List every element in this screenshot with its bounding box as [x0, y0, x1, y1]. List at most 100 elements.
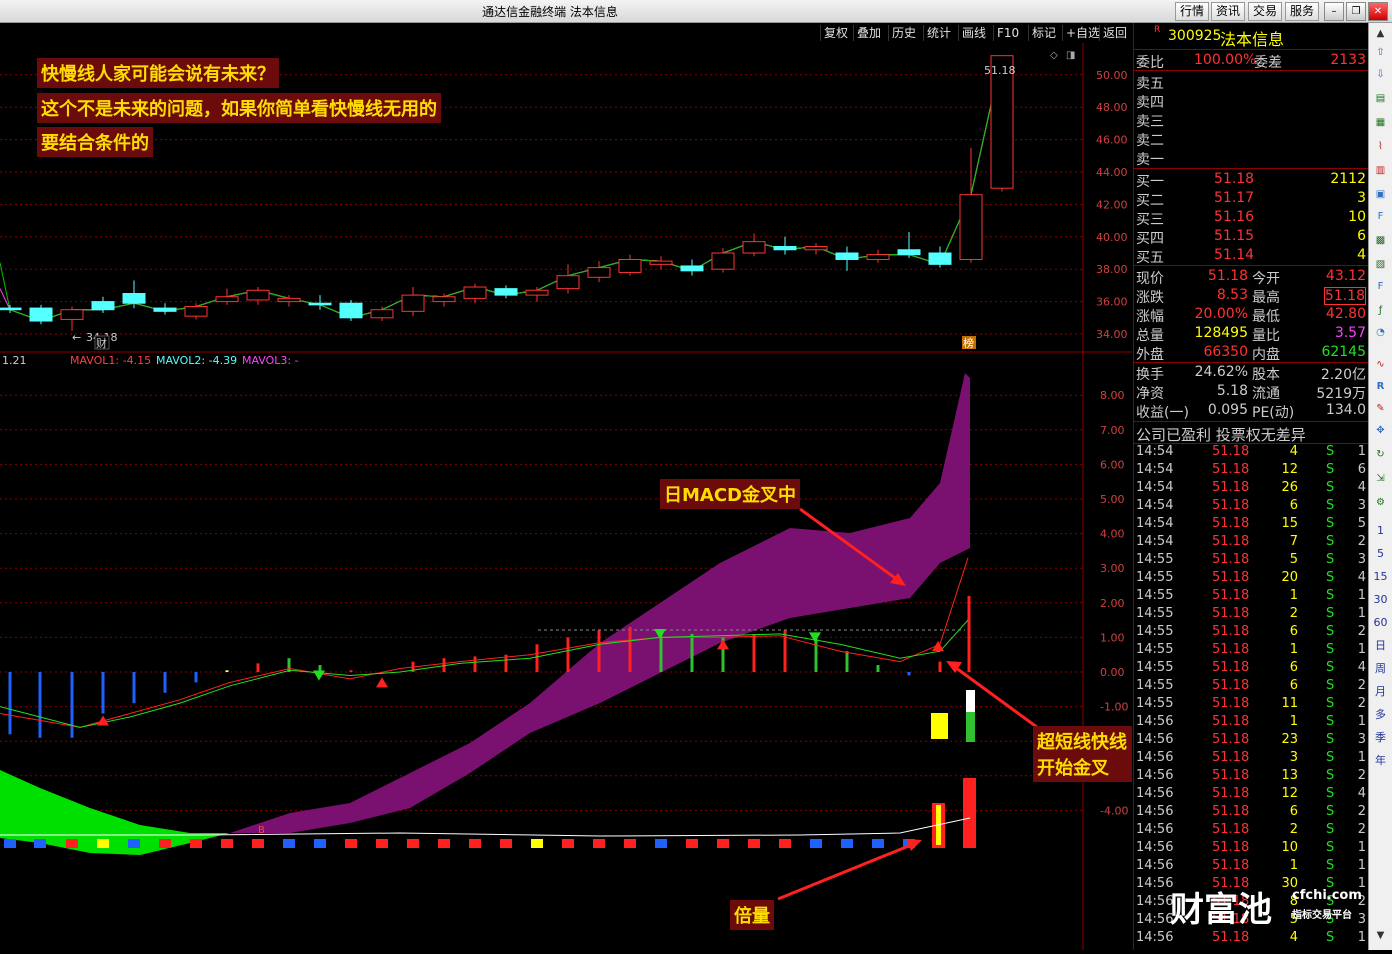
stat-label: 总量	[1136, 328, 1164, 344]
finance-value: 0.095	[1207, 402, 1248, 418]
indicator-value: 1.21	[2, 354, 27, 367]
fx-icon[interactable]: ƒ	[1372, 303, 1389, 318]
up-icon[interactable]: ⇧	[1372, 45, 1389, 60]
toggle-icon[interactable]: ◨	[1066, 50, 1075, 61]
volume-bar	[438, 839, 450, 848]
indicator-axis-tick: 2.00	[1100, 597, 1125, 610]
tick-row: 14:55 51.18 20 S 4	[1134, 570, 1368, 588]
news-button[interactable]: 资讯	[1211, 2, 1246, 21]
finance-marker[interactable]: 财	[96, 336, 107, 350]
period-tab-1[interactable]: 5	[1372, 546, 1389, 561]
minimize-icon[interactable]: –	[1324, 2, 1344, 21]
settings-icon[interactable]: ⚙	[1372, 495, 1389, 510]
back-button[interactable]: 返回	[1099, 25, 1130, 41]
stats-button[interactable]: 统计	[923, 25, 954, 41]
tick-time: 14:56	[1136, 822, 1174, 837]
scroll-up-icon[interactable]: ▲	[1372, 26, 1389, 41]
bid-row: 买三 51.16 10	[1134, 208, 1368, 228]
draw-line-button[interactable]: 画线	[958, 25, 989, 41]
candle-body	[928, 252, 952, 265]
tick-count: 6	[1357, 462, 1366, 477]
f2-icon[interactable]: F	[1372, 279, 1389, 294]
tick-time: 14:56	[1136, 786, 1174, 801]
trade-button[interactable]: 交易	[1248, 2, 1283, 21]
candle-body	[401, 294, 425, 312]
tick-volume: 6	[1289, 678, 1298, 693]
volume-bar	[717, 839, 729, 848]
diamond-icon[interactable]: ◇	[1050, 50, 1058, 61]
export-icon[interactable]: ⇲	[1372, 471, 1389, 486]
finance-value: 134.0	[1325, 402, 1366, 418]
period-tab-4[interactable]: 60	[1372, 615, 1389, 630]
ask-label: 卖一	[1136, 152, 1164, 168]
period-tab-8[interactable]: 多	[1372, 707, 1389, 722]
add-favorite-button[interactable]: +自选	[1062, 25, 1103, 41]
tick-time: 14:56	[1136, 714, 1174, 729]
tick-time: 14:54	[1136, 498, 1174, 513]
tick-count: 4	[1357, 660, 1366, 675]
tick-count: 1	[1357, 606, 1366, 621]
stat-label: 今开	[1252, 271, 1280, 287]
rsi-icon[interactable]: R	[1372, 379, 1389, 394]
volume-bar	[221, 839, 233, 848]
fund-icon[interactable]: F	[1372, 209, 1389, 224]
move-icon[interactable]: ✥	[1372, 423, 1389, 438]
chart-area[interactable]: 50.00 48.00 46.00 44.00 42.00 40.00 38.00 36.00…	[0, 43, 1132, 950]
line-chart-icon[interactable]: ⌇	[1372, 139, 1389, 154]
tick-price: 51.18	[1212, 768, 1250, 783]
tick-row: 14:56 51.18 12 S 4	[1134, 786, 1368, 804]
tick-price: 51.18	[1212, 570, 1250, 585]
period-tab-6[interactable]: 周	[1372, 661, 1389, 676]
close-icon[interactable]: ✕	[1368, 2, 1388, 21]
grid-icon[interactable]: ▩	[1372, 233, 1389, 248]
volume-bar	[97, 839, 109, 848]
service-button[interactable]: 服务	[1285, 2, 1320, 21]
market-button[interactable]: 行情	[1175, 2, 1210, 21]
period-tab-0[interactable]: 1	[1372, 523, 1389, 538]
period-tab-10[interactable]: 年	[1372, 753, 1389, 768]
fuquan-button[interactable]: 复权	[820, 25, 851, 41]
tick-price: 51.18	[1212, 480, 1250, 495]
wave-icon[interactable]: ∿	[1372, 357, 1389, 372]
tool-icon[interactable]: ✎	[1372, 401, 1389, 416]
clock-icon[interactable]: ◔	[1372, 325, 1389, 340]
volume-bar	[469, 839, 481, 848]
tick-time: 14:54	[1136, 516, 1174, 531]
bar-icon[interactable]: ▧	[1372, 257, 1389, 272]
finance-label: PE(动)	[1252, 405, 1295, 421]
kline-chart-svg[interactable]: 50.00 48.00 46.00 44.00 42.00 40.00 38.00 36.00…	[0, 43, 1132, 950]
stock-name: 法本信息	[1220, 30, 1285, 49]
tick-row: 14:56 51.18 23 S 3	[1134, 732, 1368, 750]
refresh-icon[interactable]: ↻	[1372, 447, 1389, 462]
scroll-down-icon[interactable]: ▼	[1372, 928, 1389, 943]
tick-row: 14:56 51.18 2 S 2	[1134, 822, 1368, 840]
overlay-button[interactable]: 叠加	[853, 25, 884, 41]
list-icon[interactable]: ▦	[1372, 115, 1389, 130]
restore-icon[interactable]: ❐	[1346, 2, 1366, 21]
kline-icon[interactable]: ▥	[1372, 163, 1389, 178]
period-tab-7[interactable]: 月	[1372, 684, 1389, 699]
f10-button[interactable]: F10	[993, 25, 1022, 41]
down-icon[interactable]: ⇩	[1372, 67, 1389, 82]
ask-label: 卖五	[1136, 76, 1164, 92]
period-tab-2[interactable]: 15	[1372, 569, 1389, 584]
period-tab-5[interactable]: 日	[1372, 638, 1389, 653]
tick-side: S	[1326, 786, 1335, 801]
tick-count: 1	[1357, 750, 1366, 765]
tick-count: 4	[1357, 786, 1366, 801]
stock-code: 300925	[1168, 28, 1222, 44]
history-button[interactable]: 历史	[888, 25, 919, 41]
tick-row: 14:56 51.18 3 S 1	[1134, 750, 1368, 768]
leaderboard-marker[interactable]: 榜	[963, 336, 974, 350]
table-icon[interactable]: ▣	[1372, 187, 1389, 202]
tick-time: 14:55	[1136, 678, 1174, 693]
mark-button[interactable]: 标记	[1028, 25, 1059, 41]
tick-time: 14:55	[1136, 624, 1174, 639]
tick-price: 51.18	[1212, 840, 1250, 855]
period-tab-9[interactable]: 季	[1372, 730, 1389, 745]
weibi-value: 100.00%	[1194, 52, 1257, 68]
tick-volume: 1	[1289, 642, 1298, 657]
quote-panel: R 300925 法本信息 委比 100.00% 委差 2133 卖五 卖四 卖三卖…	[1133, 23, 1368, 950]
period-tab-3[interactable]: 30	[1372, 592, 1389, 607]
report-icon[interactable]: ▤	[1372, 91, 1389, 106]
